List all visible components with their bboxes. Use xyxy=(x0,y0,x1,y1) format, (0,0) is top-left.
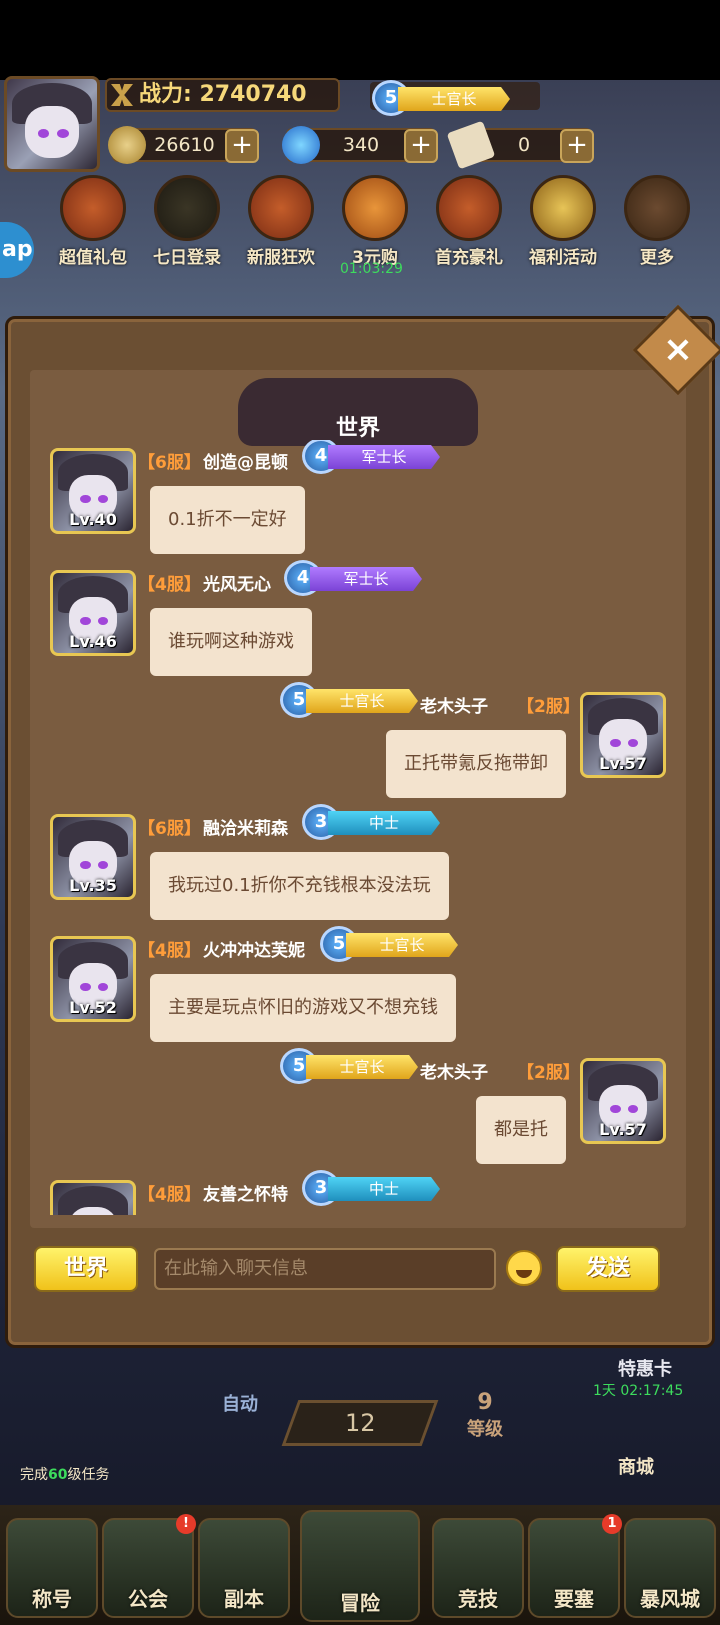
rank-title: 士官长 xyxy=(346,933,458,957)
message-bubble: 都是托 xyxy=(476,1096,566,1164)
sender-avatar[interactable]: Lv.52 xyxy=(50,936,136,1022)
activity-3yuan[interactable]: 3元购 xyxy=(330,175,420,275)
sender-server: 【4服】 xyxy=(138,575,201,595)
gold-resource: 26610 + xyxy=(108,126,259,164)
swords-icon xyxy=(111,84,133,106)
more-menu-button[interactable]: 更多 xyxy=(612,175,702,275)
chat-message: 【4服】 友善之怀特 3 中士 xyxy=(30,1170,686,1215)
sender-server: 【2服】 xyxy=(517,697,580,717)
sender-server: 【4服】 xyxy=(138,1185,201,1205)
ticket-resource: 0 + xyxy=(446,120,594,170)
sender-level: Lv.57 xyxy=(599,1120,647,1139)
chat-message: Lv.57 【2服】 老木头子 5 士官长 都是托 xyxy=(30,1048,686,1168)
sender-avatar[interactable]: Lv.57 xyxy=(580,1058,666,1144)
chat-input[interactable]: 在此输入聊天信息 xyxy=(154,1248,496,1290)
sender-server: 【6服】 xyxy=(138,453,201,473)
sender-name[interactable]: 火冲冲达芙妮 xyxy=(203,936,305,961)
diamond-resource: 340 + xyxy=(282,126,438,164)
rank-title: 军士长 xyxy=(310,567,422,591)
message-bubble: 谁玩啊这种游戏 xyxy=(150,608,312,676)
sender-server: 【2服】 xyxy=(517,1063,580,1083)
combat-power: 战力: 2740740 xyxy=(105,78,340,112)
add-gold-button[interactable]: + xyxy=(225,129,259,163)
activity-first-charge[interactable]: 首充豪礼 xyxy=(424,175,514,275)
chat-input-bar: 世界 在此输入聊天信息 发送 xyxy=(30,1242,686,1294)
message-bubble: 我玩过0.1折你不充钱根本没法玩 xyxy=(150,852,449,920)
nav-item[interactable]: 暴风城 xyxy=(624,1518,716,1618)
sender-name[interactable]: 创造@昆顿 xyxy=(203,448,288,473)
nav-label: 竞技 xyxy=(458,1587,498,1611)
activity-gift-pack[interactable]: 超值礼包 xyxy=(48,175,138,275)
sender-name[interactable]: 光风无心 xyxy=(203,570,271,595)
sender-avatar[interactable]: Lv.40 xyxy=(50,448,136,534)
sender-name[interactable]: 友善之怀特 xyxy=(203,1180,288,1205)
sender-name[interactable]: 老木头子 xyxy=(420,1058,488,1083)
sender-level: Lv.57 xyxy=(599,754,647,773)
nav-item[interactable]: 副本 xyxy=(198,1518,290,1618)
sender-avatar[interactable]: Lv.57 xyxy=(580,692,666,778)
chat-message: Lv.35 【6服】 融洽米莉森 3 中士 我玩过0.1折你不充钱根本没法玩 xyxy=(30,804,686,924)
shop-button[interactable]: 商城 xyxy=(618,1453,654,1479)
auto-button[interactable]: 自动 xyxy=(205,1390,275,1416)
activity-new-server[interactable]: 新服狂欢 xyxy=(236,175,326,275)
nav-label: 称号 xyxy=(32,1587,72,1611)
activity-welfare[interactable]: 福利活动 xyxy=(518,175,608,275)
close-icon: × xyxy=(662,329,694,370)
nav-label: 副本 xyxy=(224,1587,264,1611)
chat-message: Lv.52 【4服】 火冲冲达芙妮 5 士官长 主要是玩点怀旧的游戏又不想充钱 xyxy=(30,926,686,1046)
sender-avatar[interactable] xyxy=(50,1180,136,1215)
nav-item[interactable]: 竞技 xyxy=(432,1518,524,1618)
message-bubble: 正托带氪反拖带卸 xyxy=(386,730,566,798)
rank-title: 军士长 xyxy=(328,445,440,469)
sender-level: Lv.40 xyxy=(69,510,117,529)
channel-world-button[interactable]: 世界 xyxy=(34,1246,138,1292)
sender-level: Lv.35 xyxy=(69,876,117,895)
nav-label: 公会 xyxy=(128,1587,168,1611)
sender-name[interactable]: 融洽米莉森 xyxy=(203,814,288,839)
message-bubble: 主要是玩点怀旧的游戏又不想充钱 xyxy=(150,974,456,1042)
chat-title: 世界 xyxy=(335,416,380,441)
player-rank: 5 士官长 xyxy=(370,80,540,116)
player-avatar[interactable] xyxy=(4,76,100,172)
3yuan-timer: 01:03:29 xyxy=(340,261,403,277)
sender-level: Lv.52 xyxy=(69,998,117,1017)
rank-title: 中士 xyxy=(328,1177,440,1201)
level-button[interactable]: 9 等级 xyxy=(450,1390,520,1441)
stage-counter: 12 xyxy=(281,1400,439,1446)
status-bar xyxy=(0,0,720,80)
sender-avatar[interactable]: Lv.35 xyxy=(50,814,136,900)
nav-item[interactable]: 公会! xyxy=(102,1514,196,1618)
sender-level: Lv.46 xyxy=(69,632,117,651)
chat-message: Lv.40 【6服】 创造@昆顿 4 军士长 0.1折不一定好 xyxy=(30,440,686,558)
special-card[interactable]: 特惠卡 xyxy=(605,1355,685,1381)
diamond-icon xyxy=(282,126,320,164)
rank-title: 士官长 xyxy=(306,689,418,713)
coin-icon xyxy=(108,126,146,164)
message-bubble: 0.1折不一定好 xyxy=(150,486,305,554)
chat-message: Lv.46 【4服】 光风无心 4 军士长 谁玩啊这种游戏 xyxy=(30,560,686,680)
chat-message-list[interactable]: Lv.40 【6服】 创造@昆顿 4 军士长 0.1折不一定好 Lv.46 【4服】 光风… xyxy=(30,440,686,1215)
nav-item[interactable]: 要塞 1 xyxy=(528,1514,622,1618)
emoji-icon[interactable] xyxy=(506,1250,542,1286)
nav-label: 冒险 xyxy=(340,1591,380,1615)
sender-name[interactable]: 老木头子 xyxy=(420,692,488,717)
alert-badge: 1 xyxy=(602,1514,622,1534)
task-progress[interactable]: 完成60级任务 xyxy=(20,1464,109,1484)
special-card-timer: 1天 02:17:45 xyxy=(593,1383,684,1399)
rank-title: 士官长 xyxy=(306,1055,418,1079)
send-button[interactable]: 发送 xyxy=(556,1246,660,1292)
sender-server: 【6服】 xyxy=(138,819,201,839)
add-ticket-button[interactable]: + xyxy=(560,129,594,163)
nav-item[interactable]: 冒险 xyxy=(300,1510,420,1622)
nav-label: 要塞 xyxy=(554,1587,594,1611)
nav-label: 暴风城 xyxy=(640,1587,700,1611)
sender-avatar[interactable]: Lv.46 xyxy=(50,570,136,656)
alert-badge: ! xyxy=(176,1514,196,1534)
activity-seven-day[interactable]: 七日登录 xyxy=(142,175,232,275)
nav-item[interactable]: 称号 xyxy=(6,1518,98,1618)
rank-title: 中士 xyxy=(328,811,440,835)
chat-message: Lv.57 【2服】 老木头子 5 士官长 正托带氪反拖带卸 xyxy=(30,682,686,802)
sender-server: 【4服】 xyxy=(138,941,201,961)
add-diamond-button[interactable]: + xyxy=(404,129,438,163)
